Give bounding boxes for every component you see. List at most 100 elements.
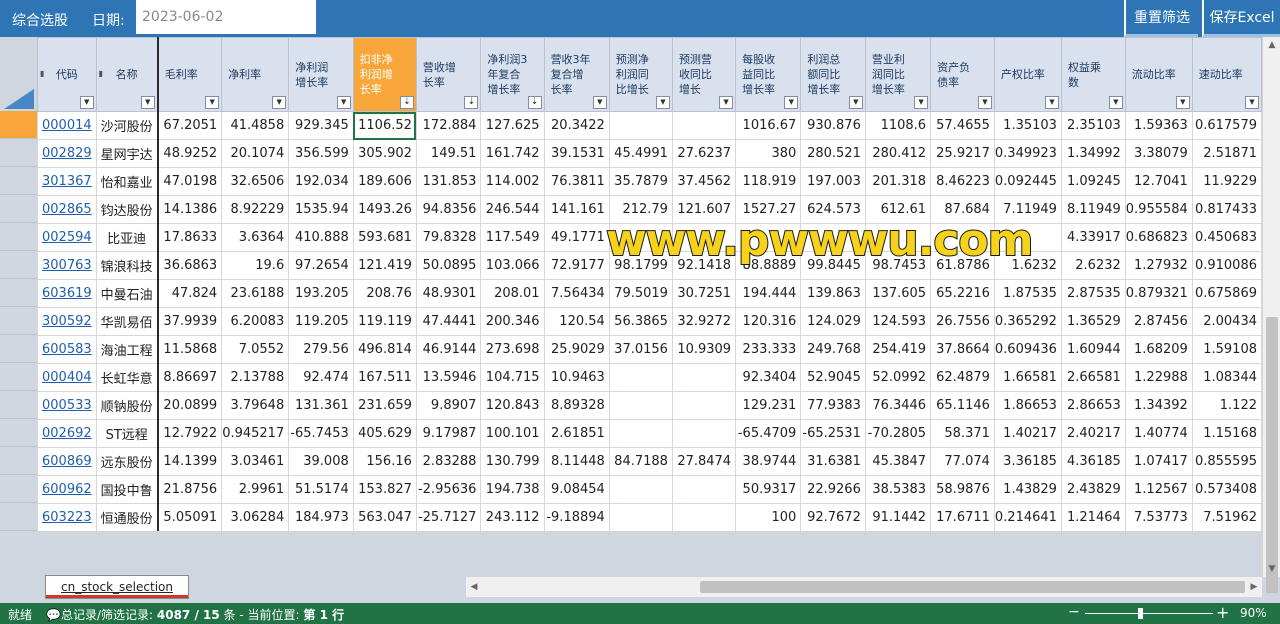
table-cell[interactable]: 2.86653	[1060, 391, 1126, 420]
table-cell[interactable]: 380	[735, 139, 802, 168]
table-cell[interactable]: 14.1386	[157, 195, 223, 224]
table-cell[interactable]: 0.675869	[1191, 279, 1262, 308]
zoom-level[interactable]: 90%	[1240, 606, 1267, 620]
row-header[interactable]	[0, 503, 37, 531]
row-header[interactable]	[0, 251, 37, 279]
table-cell[interactable]	[671, 391, 737, 420]
stock-code-link[interactable]: 600869	[37, 447, 97, 476]
table-cell[interactable]: 8.86697	[157, 363, 223, 392]
table-cell[interactable]: 1.22988	[1124, 363, 1193, 392]
stock-code-link[interactable]: 000014	[37, 111, 97, 140]
table-cell[interactable]: 79.5019	[608, 279, 673, 308]
date-input[interactable]	[136, 0, 316, 34]
table-cell[interactable]: 30.7251	[671, 279, 737, 308]
column-header[interactable]: 速动比率 ▼	[1191, 37, 1262, 112]
table-cell[interactable]: 0.686823	[1124, 223, 1193, 252]
table-cell[interactable]: 17.6711	[930, 503, 995, 531]
row-header[interactable]	[0, 223, 37, 251]
table-cell[interactable]: 25.9029	[543, 335, 610, 364]
table-cell[interactable]: 56.3865	[608, 307, 673, 336]
row-header[interactable]	[0, 475, 37, 503]
table-cell[interactable]: 45.4991	[608, 139, 673, 168]
table-cell[interactable]: 48.9301	[415, 279, 482, 308]
filter-dropdown-icon[interactable]: ▼	[914, 96, 929, 109]
table-cell[interactable]: 254.419	[864, 335, 932, 364]
row-header[interactable]	[0, 167, 37, 195]
table-cell[interactable]: 197.003	[800, 167, 866, 196]
table-cell[interactable]: 1.36529	[1060, 307, 1126, 336]
table-cell[interactable]: 2.83288	[415, 447, 482, 476]
table-cell[interactable]: -65.7453	[288, 419, 354, 448]
table-row[interactable]: 000014 沙河股份 67.2051 41.4858 929.345 1106.52 17…	[37, 111, 1262, 140]
table-cell[interactable]: 1.34992	[1060, 139, 1126, 168]
table-cell[interactable]: 1493.26	[352, 195, 417, 224]
table-row[interactable]: 600869 远东股份 14.1399 3.03461 39.008 156.16 2.83…	[37, 447, 1262, 476]
zoom-in-icon[interactable]: +	[1216, 603, 1229, 622]
table-cell[interactable]: 77.074	[930, 447, 995, 476]
table-row[interactable]: 301367 怡和嘉业 47.0198 32.6506 192.034 189.606 13…	[37, 167, 1262, 196]
table-cell[interactable]: 0.817433	[1191, 195, 1262, 224]
table-cell[interactable]: 1535.94	[288, 195, 354, 224]
column-header[interactable]: 预测营收同比增长 ▼	[671, 37, 737, 112]
stock-code-link[interactable]: 002692	[37, 419, 97, 448]
table-cell[interactable]: 9.08454	[543, 475, 610, 504]
table-cell[interactable]: 189.606	[352, 167, 417, 196]
table-cell[interactable]: 0.879321	[1124, 279, 1193, 308]
table-cell[interactable]: 194.738	[480, 475, 545, 504]
table-cell[interactable]: 2.66581	[1060, 363, 1126, 392]
stock-name-cell[interactable]: 怡和嘉业	[95, 167, 159, 196]
row-header[interactable]	[0, 363, 37, 391]
table-cell[interactable]: 193.205	[288, 279, 354, 308]
row-header[interactable]	[0, 391, 37, 419]
horizontal-scroll-thumb[interactable]	[700, 581, 1245, 593]
table-cell[interactable]: 91.1442	[864, 503, 932, 531]
table-cell[interactable]: 192.034	[288, 167, 354, 196]
row-header[interactable]	[0, 419, 37, 447]
row-header[interactable]	[0, 307, 37, 335]
table-cell[interactable]: 120.54	[543, 307, 610, 336]
table-cell[interactable]: 2.87456	[1124, 307, 1193, 336]
table-cell[interactable]: 100	[735, 503, 802, 531]
stock-name-cell[interactable]: 国投中鲁	[95, 475, 159, 504]
table-cell[interactable]	[671, 503, 737, 531]
table-cell[interactable]: 563.047	[352, 503, 417, 531]
column-header[interactable]: 资产负债率 ▼	[930, 37, 995, 112]
table-cell[interactable]: 50.0895	[415, 251, 482, 280]
sort-filter-icon[interactable]: ⇣	[527, 96, 542, 109]
table-cell[interactable]: 32.9272	[671, 307, 737, 336]
stock-name-cell[interactable]: 星网宇达	[95, 139, 159, 168]
table-cell[interactable]: 20.3422	[543, 111, 610, 140]
table-row[interactable]: 600962 国投中鲁 21.8756 2.9961 51.5174 153.827 -2.…	[37, 475, 1262, 504]
column-header[interactable]: 扣非净利润增长率 ⇣	[352, 37, 417, 112]
table-cell[interactable]: 76.3811	[543, 167, 610, 196]
table-cell[interactable]: 1.43829	[993, 475, 1062, 504]
table-cell[interactable]: 104.715	[480, 363, 545, 392]
table-cell[interactable]: 32.6506	[221, 167, 290, 196]
table-cell[interactable]: 10.9309	[671, 335, 737, 364]
table-cell[interactable]: 129.231	[735, 391, 802, 420]
table-cell[interactable]: 0.349923	[993, 139, 1062, 168]
table-cell[interactable]: 9.17987	[415, 419, 482, 448]
table-cell[interactable]: 84.7188	[608, 447, 673, 476]
stock-code-link[interactable]: 300763	[37, 251, 97, 280]
table-cell[interactable]: 1.122	[1191, 391, 1262, 420]
table-row[interactable]: 603619 中曼石油 47.824 23.6188 193.205 208.76 48.9…	[37, 279, 1262, 308]
table-cell[interactable]: 8.11949	[1060, 195, 1126, 224]
table-cell[interactable]: 10.9463	[543, 363, 610, 392]
stock-name-cell[interactable]: 长虹华意	[95, 363, 159, 392]
stock-code-link[interactable]: 600583	[37, 335, 97, 364]
table-cell[interactable]: 1.34392	[1124, 391, 1193, 420]
table-cell[interactable]: 11.9229	[1191, 167, 1262, 196]
table-cell[interactable]: 1.66581	[993, 363, 1062, 392]
table-cell[interactable]: 67.2051	[157, 111, 223, 140]
stock-code-link[interactable]: 603619	[37, 279, 97, 308]
table-cell[interactable]: 117.549	[480, 223, 545, 252]
table-cell[interactable]: 14.1399	[157, 447, 223, 476]
table-cell[interactable]: 37.0156	[608, 335, 673, 364]
table-cell[interactable]: 0.855595	[1191, 447, 1262, 476]
row-header[interactable]	[0, 195, 37, 223]
table-cell[interactable]: 3.06284	[221, 503, 290, 531]
table-cell[interactable]: 92.474	[288, 363, 354, 392]
table-cell[interactable]: 47.4441	[415, 307, 482, 336]
table-row[interactable]: 000404 长虹华意 8.86697 2.13788 92.474 167.511 13.…	[37, 363, 1262, 392]
